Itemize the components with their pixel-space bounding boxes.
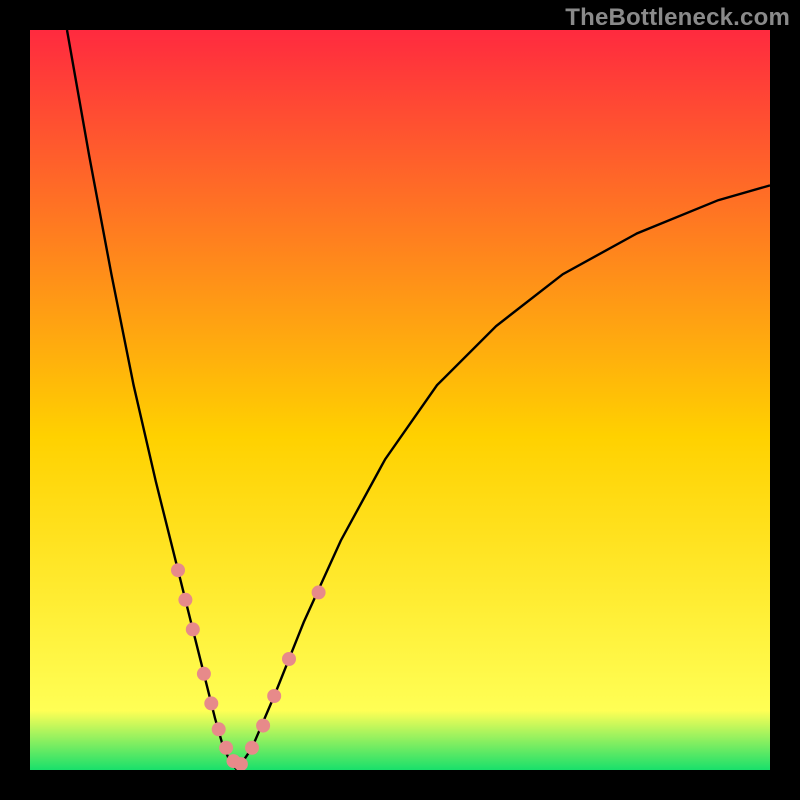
data-marker xyxy=(282,652,296,666)
data-marker xyxy=(178,593,192,607)
curve-left xyxy=(67,30,237,770)
data-marker xyxy=(245,741,259,755)
curve-right xyxy=(237,185,770,770)
data-marker xyxy=(204,696,218,710)
data-marker xyxy=(219,741,233,755)
data-marker xyxy=(212,722,226,736)
data-marker xyxy=(312,585,326,599)
watermark-text: TheBottleneck.com xyxy=(565,4,790,32)
marker-group xyxy=(171,563,326,770)
data-marker xyxy=(171,563,185,577)
curve-layer xyxy=(30,30,770,770)
data-marker xyxy=(186,622,200,636)
data-marker xyxy=(256,719,270,733)
data-marker xyxy=(197,667,211,681)
chart-container: TheBottleneck.com xyxy=(0,0,800,800)
data-marker xyxy=(267,689,281,703)
plot-area xyxy=(30,30,770,770)
